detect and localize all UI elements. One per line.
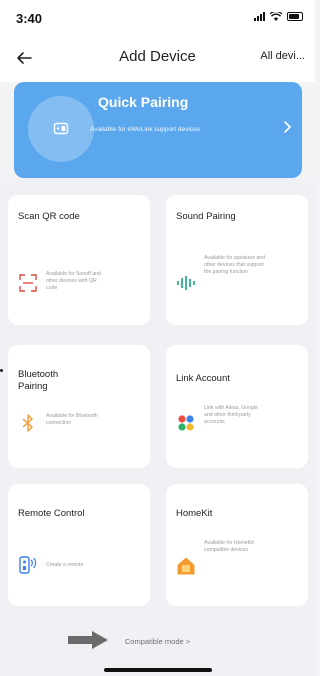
device-icon (53, 122, 69, 135)
scan-qr-title: Scan QR code (18, 211, 80, 222)
sound-pairing-title: Sound Pairing (176, 211, 236, 222)
bluetooth-icon (22, 414, 33, 432)
qr-scan-icon (19, 274, 37, 292)
homekit-title: HomeKit (176, 508, 213, 519)
sound-pairing-desc: Available for speakers and other devices… (204, 255, 266, 275)
link-account-desc: Link with Alexa, Google and other third-… (204, 405, 258, 425)
quick-pairing-subtitle: Available for eWeLink support devices (90, 126, 200, 133)
bluetooth-pairing-card[interactable]: Bluetooth Pairing Available for Bluetoot… (8, 345, 150, 468)
remote-control-desc: Create a remote (46, 562, 84, 568)
sound-pairing-card[interactable]: Sound Pairing Available for speakers and… (166, 195, 308, 325)
signal-icon (254, 12, 265, 21)
compatible-mode-link[interactable]: Compatible mode > (0, 637, 315, 646)
scan-qr-card[interactable]: Scan QR code Available for Sonoff and ot… (8, 195, 150, 325)
battery-icon (287, 12, 303, 21)
bluetooth-pairing-title: Bluetooth Pairing (18, 369, 59, 392)
remote-control-icon (19, 556, 37, 574)
quick-pairing-card[interactable]: Quick Pairing Available for eWeLink supp… (14, 82, 302, 178)
homekit-icon (177, 557, 195, 575)
homekit-desc: Available for HomeKit compatible devices (204, 540, 254, 553)
scan-qr-desc: Available for Sonoff and other devices w… (46, 271, 101, 291)
edge-dot (0, 369, 3, 372)
all-devices-link[interactable]: All devi... (260, 50, 305, 62)
soundwave-icon (177, 276, 195, 290)
link-account-title: Link Account (176, 373, 230, 384)
remote-control-title: Remote Control (18, 508, 85, 519)
homekit-card[interactable]: HomeKit Available for HomeKit compatible… (166, 484, 308, 606)
home-indicator (104, 668, 212, 672)
status-time: 3:40 (16, 11, 43, 26)
bluetooth-pairing-desc: Available for Bluetooth connection (46, 413, 98, 426)
status-bar: 3:40 (0, 0, 315, 34)
chevron-right-icon (284, 121, 292, 133)
quick-pairing-icon-circle (28, 96, 94, 162)
status-icons (254, 12, 303, 21)
quick-pairing-title: Quick Pairing (98, 94, 189, 110)
remote-control-card[interactable]: Remote Control Create a remote (8, 484, 150, 606)
wifi-icon (270, 12, 282, 21)
link-account-card[interactable]: Link Account Link with Alexa, Google and… (166, 345, 308, 468)
link-account-icon (178, 415, 194, 431)
nav-bar: Add Device All devi... (0, 34, 315, 82)
